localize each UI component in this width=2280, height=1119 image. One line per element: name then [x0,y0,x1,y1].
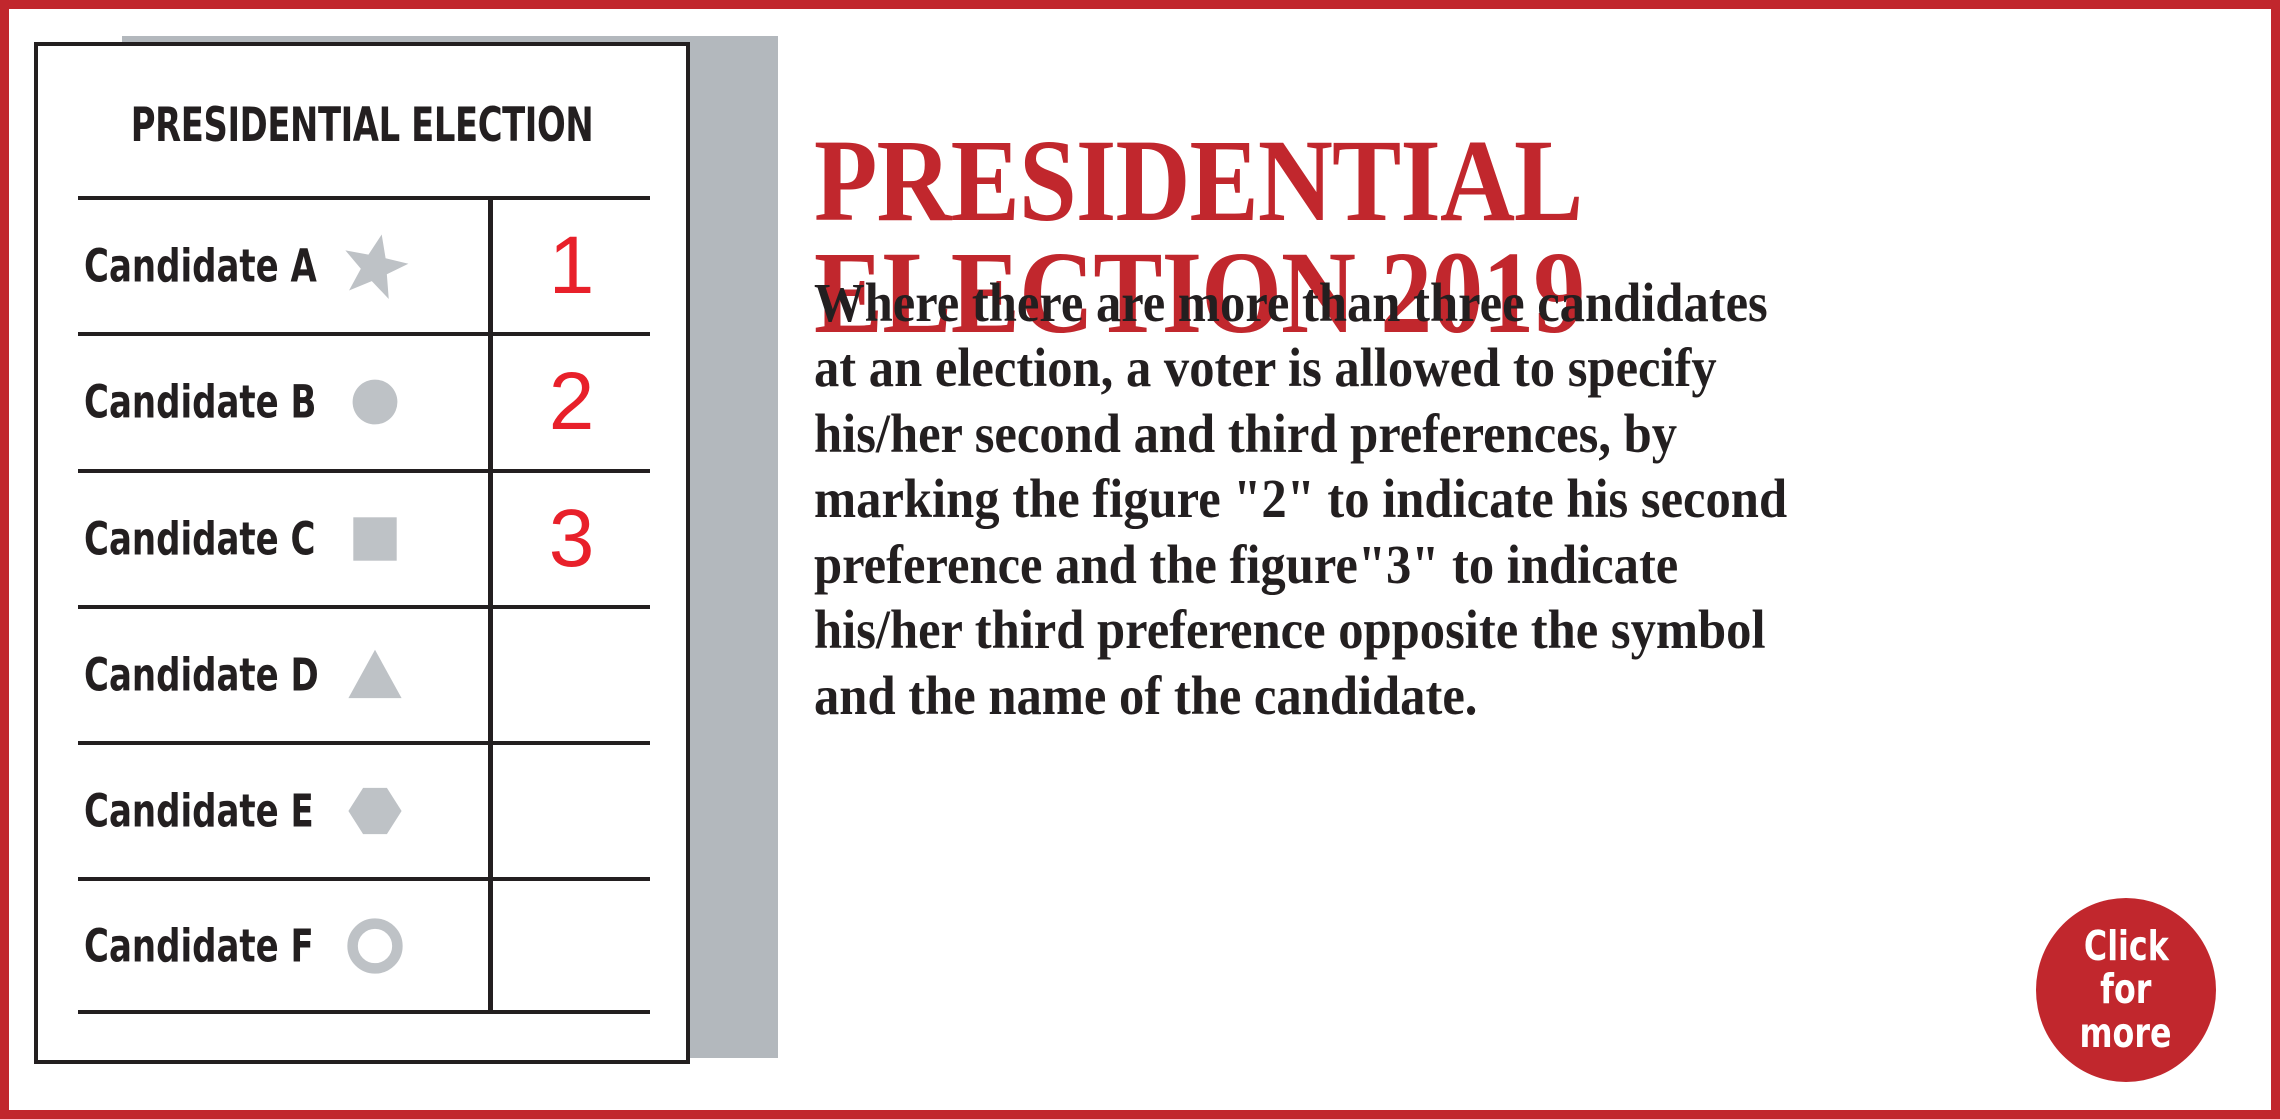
candidate-name: Candidate C [84,512,316,566]
circle-icon [352,380,398,425]
table-row[interactable]: Candidate E [78,741,650,877]
click-for-more-button[interactable]: Click for more [2036,898,2216,1082]
preference-number: 3 [548,492,595,584]
ring-icon [347,917,403,974]
candidate-name: Candidate D [84,648,319,702]
ballot-title: PRESIDENTIAL ELECTION [130,98,594,153]
candidate-name: Candidate F [84,919,314,973]
triangle-icon [348,649,402,699]
infographic-inner-frame: PRESIDENTIAL ELECTION Candidate A 1 Cand… [18,18,2262,1101]
candidate-name: Candidate A [84,239,317,293]
body-text: Where there are more than three candidat… [814,270,2120,728]
table-row[interactable]: Candidate C 3 [78,468,650,605]
content-panel: PRESIDENTIAL ELECTION 2019 Where there a… [808,18,2272,1119]
candidate-name: Candidate E [84,784,314,838]
candidate-name: Candidate B [84,375,317,429]
table-row[interactable]: Candidate F [78,877,650,1014]
infographic-root: PRESIDENTIAL ELECTION Candidate A 1 Cand… [0,0,2280,1119]
hexagon-icon [348,788,402,835]
body-line-3: his/her second and third preferences, by [814,402,1678,464]
body-line-1: Where there are more than three candidat… [814,272,1768,333]
table-row[interactable]: Candidate D [78,604,650,741]
ballot-panel: PRESIDENTIAL ELECTION Candidate A 1 Cand… [18,18,808,1119]
body-line-7: and the name of the candidate. [814,664,1478,726]
preference-number: 1 [548,220,595,312]
ballot-table: Candidate A 1 Candidate B 2 Candidate C … [78,196,650,1014]
badge-line-1: Click [2083,921,2169,970]
body-line-5: preference and the figure"3" to indicate [814,533,1679,595]
body-line-2: at an election, a voter is allowed to sp… [814,337,1717,399]
headline-line-1: PRESIDENTIAL [814,115,1583,247]
badge-line-2: for [2100,965,2152,1014]
table-row[interactable]: Candidate B 2 [78,332,650,468]
square-icon [353,517,397,561]
badge-line-3: more [2079,1008,2173,1057]
body-line-6: his/her third preference opposite the sy… [814,599,1766,661]
body-line-4: marking the figure "2" to indicate his s… [814,468,1788,530]
star-icon [345,234,409,300]
preference-number: 2 [548,356,595,448]
table-row[interactable]: Candidate A 1 [78,196,650,332]
ballot-card: PRESIDENTIAL ELECTION Candidate A 1 Cand… [34,42,690,1064]
